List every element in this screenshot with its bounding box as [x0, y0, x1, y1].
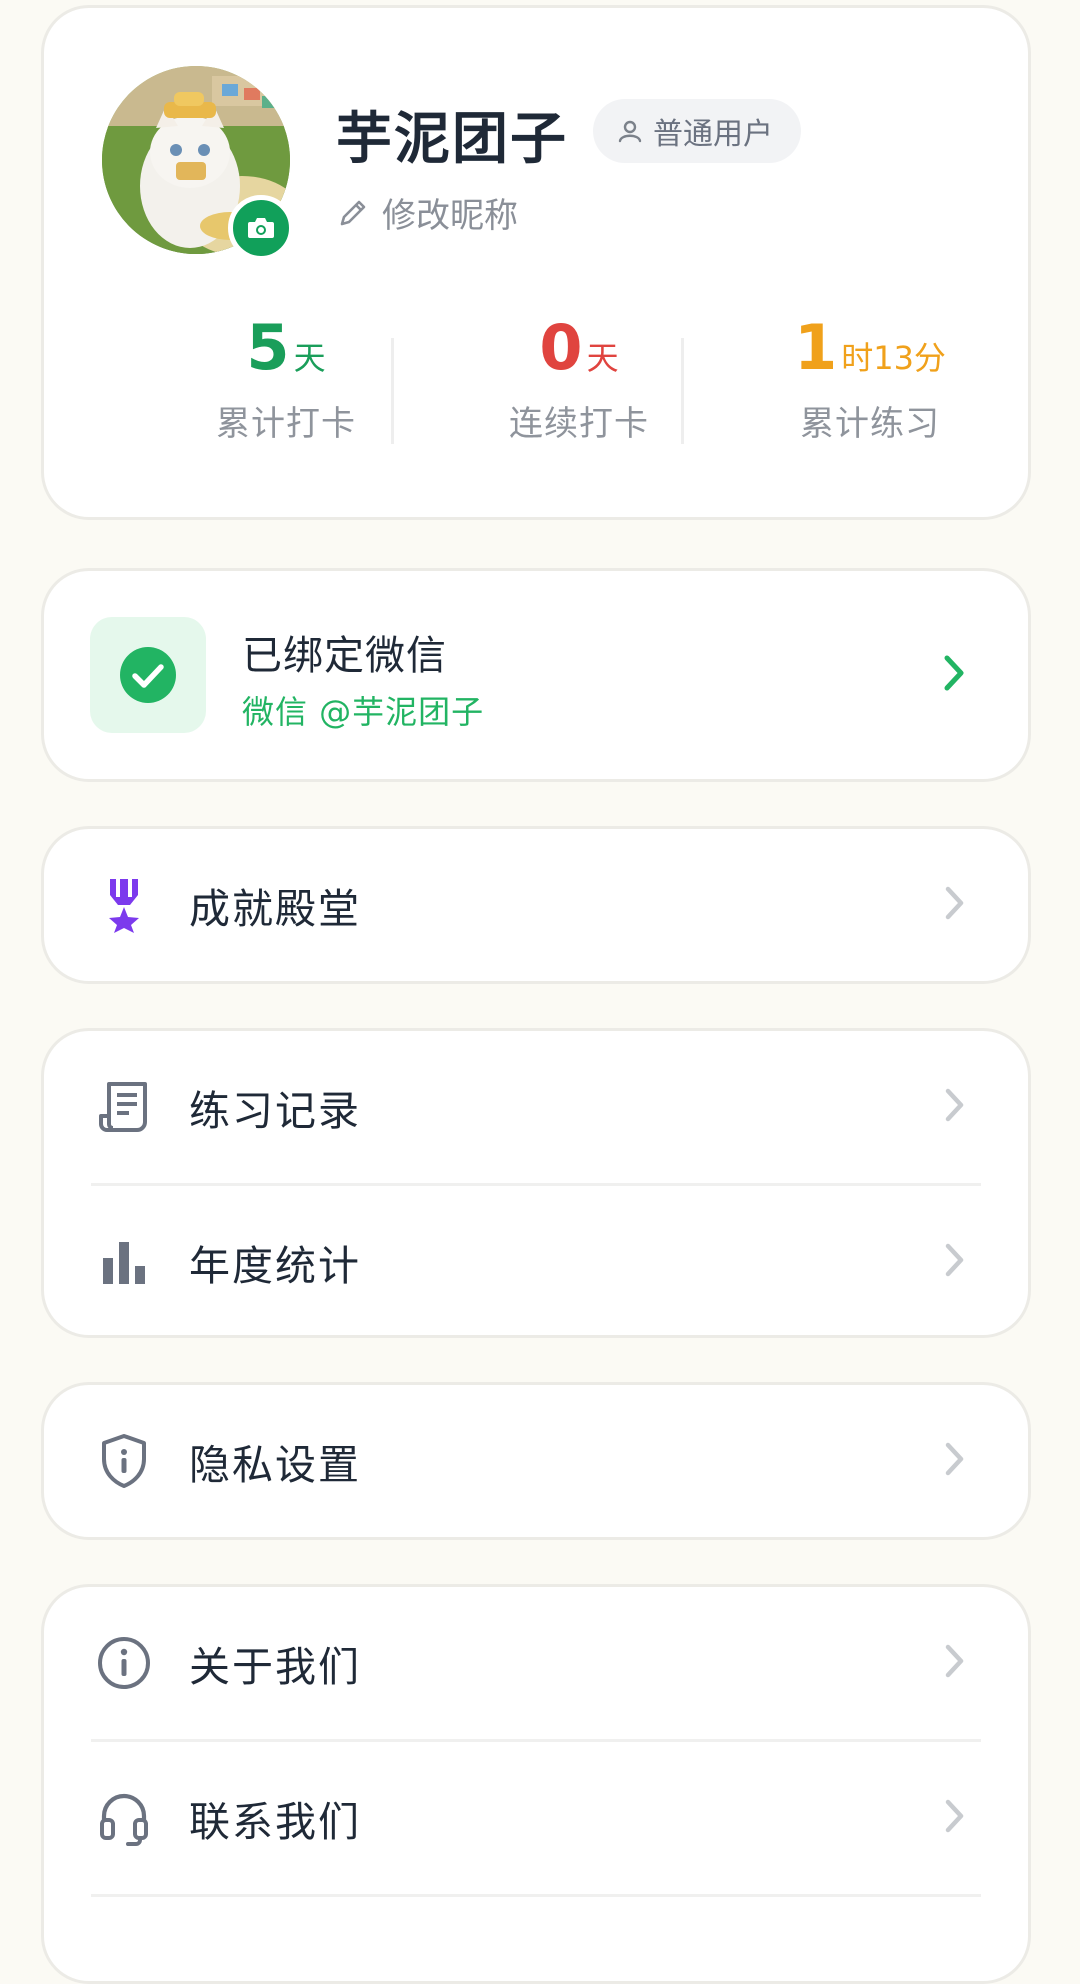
stat-label: 累计练习 [800, 404, 940, 444]
wechat-status-icon-box [90, 617, 206, 733]
edit-nickname-button[interactable]: 修改昵称 [336, 188, 518, 237]
wechat-title: 已绑定微信 [242, 633, 447, 679]
role-badge-label: 普通用户 [653, 117, 773, 152]
check-circle-icon [120, 647, 176, 703]
wechat-account: 微信 @芋泥团子 [242, 693, 485, 731]
menu-item-label: 成就殿堂 [189, 885, 361, 933]
medal-icon [94, 875, 154, 935]
stat-unit: 天 [293, 339, 326, 377]
camera-icon [248, 218, 274, 238]
bar-chart-icon [94, 1232, 154, 1292]
about-card: 关于我们 联系我们 [41, 1584, 1031, 1984]
role-badge: 普通用户 [593, 99, 801, 163]
stat-divider [391, 338, 394, 444]
stat-value: 0 [539, 311, 583, 384]
achievement-card: 成就殿堂 [41, 826, 1031, 984]
menu-item-label: 练习记录 [189, 1087, 361, 1135]
stat-value: 1 [794, 311, 838, 384]
stat-value: 5 [246, 311, 290, 384]
menu-item-practice-records[interactable]: 练习记录 [44, 1031, 1028, 1183]
menu-item-label: 年度统计 [189, 1242, 361, 1290]
menu-item-privacy[interactable]: 隐私设置 [44, 1385, 1028, 1537]
user-icon [618, 120, 642, 143]
stat-total-practice: 1 时13分 累计练习 [725, 308, 1015, 445]
receipt-icon [94, 1077, 154, 1137]
menu-item-about[interactable]: 关于我们 [44, 1587, 1028, 1739]
shield-icon [94, 1431, 154, 1491]
stat-total-checkin: 5天 累计打卡 [141, 308, 431, 445]
edit-nickname-label: 修改昵称 [382, 196, 518, 236]
menu-item-label: 关于我们 [189, 1643, 361, 1691]
chevron-right-icon [942, 653, 966, 697]
menu-item-yearly-stats[interactable]: 年度统计 [44, 1186, 1028, 1338]
row-divider [91, 1894, 981, 1897]
chevron-right-icon [944, 1441, 966, 1481]
chevron-right-icon [944, 885, 966, 925]
profile-card: 芋泥团子 普通用户 修改昵称 5天 累计打卡 0天 连续打卡 1 时13分 累计… [41, 5, 1031, 520]
menu-item-label: 隐私设置 [189, 1441, 361, 1489]
records-card: 练习记录 年度统计 [41, 1028, 1031, 1338]
wechat-binding-card[interactable]: 已绑定微信 微信 @芋泥团子 [41, 568, 1031, 782]
menu-item-achievement[interactable]: 成就殿堂 [44, 829, 1028, 981]
stat-unit: 天 [586, 339, 619, 377]
chevron-right-icon [944, 1643, 966, 1683]
headset-icon [94, 1788, 154, 1848]
chevron-right-icon [944, 1242, 966, 1282]
info-icon [94, 1633, 154, 1693]
privacy-card: 隐私设置 [41, 1382, 1031, 1540]
chevron-right-icon [944, 1798, 966, 1838]
stats-row: 5天 累计打卡 0天 连续打卡 1 时13分 累计练习 [44, 308, 1028, 478]
menu-item-label: 联系我们 [189, 1798, 361, 1846]
pencil-icon [340, 200, 366, 225]
change-avatar-button[interactable] [228, 195, 294, 261]
stat-unit: 时13分 [841, 339, 946, 377]
chevron-right-icon [944, 1087, 966, 1127]
nickname: 芋泥团子 [336, 107, 568, 172]
menu-item-contact[interactable]: 联系我们 [44, 1742, 1028, 1894]
stat-label: 累计打卡 [216, 404, 356, 444]
stat-divider [681, 338, 684, 444]
